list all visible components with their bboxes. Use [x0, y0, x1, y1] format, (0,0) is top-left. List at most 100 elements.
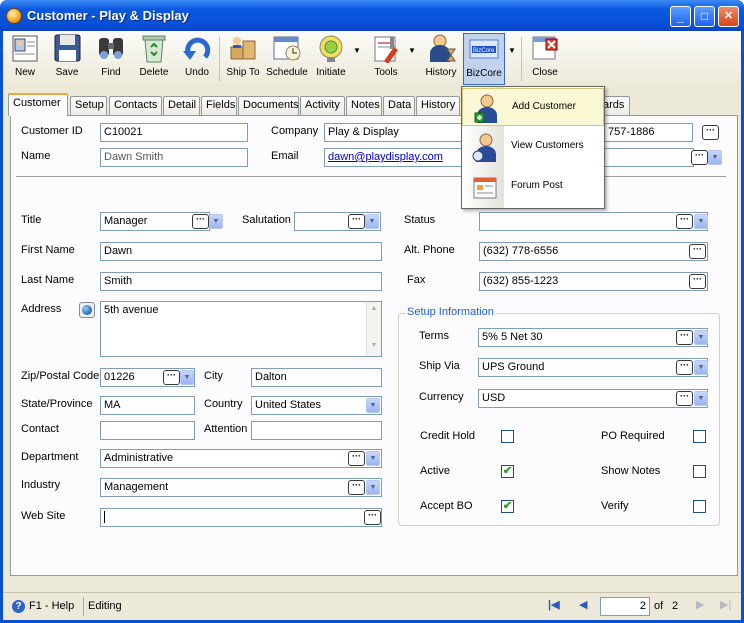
- customer-id-field[interactable]: C10021: [100, 123, 248, 142]
- tab-setup[interactable]: Setup: [70, 96, 107, 115]
- minimize-button[interactable]: _: [670, 6, 691, 27]
- status-field[interactable]: [479, 212, 708, 231]
- zip-ellipsis-button[interactable]: ···: [163, 370, 180, 385]
- industry-dropdown-button[interactable]: ▼: [366, 480, 380, 495]
- tab-contacts[interactable]: Contacts: [109, 96, 162, 115]
- company-label: Company: [271, 125, 319, 137]
- website-ellipsis-button[interactable]: ···: [364, 510, 381, 525]
- tab-detail[interactable]: Detail: [163, 96, 200, 115]
- menu-item-view-customers[interactable]: View Customers: [462, 128, 604, 166]
- currency-field[interactable]: USD: [478, 389, 708, 408]
- title-dropdown-button[interactable]: ▼: [209, 214, 223, 229]
- city-field[interactable]: Dalton: [251, 368, 382, 387]
- app-icon[interactable]: [6, 8, 22, 24]
- currency-ellipsis-button[interactable]: ···: [676, 391, 693, 406]
- history-button[interactable]: History: [421, 33, 461, 85]
- address-field[interactable]: 5th avenue: [100, 301, 382, 357]
- tools-button[interactable]: Tools: [365, 33, 407, 85]
- email-link[interactable]: dawn@playdisplay.com: [328, 151, 443, 163]
- save-button[interactable]: Save: [47, 33, 87, 85]
- find-button[interactable]: Find: [91, 33, 131, 85]
- tab-activity[interactable]: Activity: [300, 96, 345, 115]
- email-dropdown-button[interactable]: ▼: [708, 150, 722, 165]
- terms-dropdown-button[interactable]: ▼: [694, 330, 708, 345]
- schedule-button[interactable]: Schedule: [265, 33, 309, 85]
- phone-ellipsis-button[interactable]: ···: [702, 125, 719, 140]
- country-field[interactable]: United States: [251, 396, 382, 415]
- first-name-field[interactable]: Dawn: [100, 242, 382, 261]
- fax-field[interactable]: (632) 855-1223: [479, 272, 708, 291]
- close-button[interactable]: Close: [525, 33, 565, 85]
- next-page-button[interactable]: ▶: [696, 598, 708, 614]
- tab-fields[interactable]: Fields: [201, 96, 237, 115]
- verify-checkbox[interactable]: [693, 500, 706, 513]
- tools-dropdown-arrow[interactable]: ▼: [407, 33, 417, 85]
- email-ellipsis-button[interactable]: ···: [691, 150, 708, 165]
- page-number-field[interactable]: 2: [600, 597, 650, 616]
- salutation-dropdown-button[interactable]: ▼: [365, 214, 379, 229]
- title-ellipsis-button[interactable]: ···: [192, 214, 209, 229]
- alt-phone-field[interactable]: (632) 778-6556: [479, 242, 708, 261]
- menu-item-forum-post[interactable]: Forum Post: [462, 168, 604, 206]
- ship-via-field[interactable]: UPS Ground: [478, 358, 708, 377]
- status-dropdown-button[interactable]: ▼: [694, 214, 708, 229]
- calendar-clock-icon: [271, 33, 303, 63]
- close-window-button[interactable]: ✕: [718, 6, 739, 27]
- department-dropdown-button[interactable]: ▼: [366, 451, 380, 466]
- alt-phone-ellipsis-button[interactable]: ···: [689, 244, 706, 259]
- status-ellipsis-button[interactable]: ···: [676, 214, 693, 229]
- active-checkbox[interactable]: ✔: [501, 465, 514, 478]
- state-field[interactable]: MA: [100, 396, 195, 415]
- tab-history[interactable]: History: [416, 96, 460, 115]
- maximize-button[interactable]: □: [694, 6, 715, 27]
- bizcore-button[interactable]: BizCore BizCore: [463, 33, 505, 85]
- initiate-button[interactable]: Initiate: [311, 33, 351, 85]
- credit-hold-checkbox[interactable]: [501, 430, 514, 443]
- po-required-checkbox[interactable]: [693, 430, 706, 443]
- tools-icon: [370, 33, 402, 64]
- menu-item-add-customer[interactable]: Add Customer: [462, 88, 604, 126]
- ship-via-ellipsis-button[interactable]: ···: [676, 360, 693, 375]
- svg-text:BizCore: BizCore: [473, 48, 495, 54]
- industry-ellipsis-button[interactable]: ···: [348, 480, 365, 495]
- terms-field[interactable]: 5% 5 Net 30: [478, 328, 708, 347]
- attention-field[interactable]: [251, 421, 382, 440]
- contact-field[interactable]: [100, 421, 195, 440]
- department-field[interactable]: Administrative: [100, 449, 382, 468]
- bizcore-dropdown-arrow[interactable]: ▼: [506, 33, 518, 85]
- show-notes-checkbox[interactable]: [693, 465, 706, 478]
- map-button[interactable]: [79, 302, 95, 318]
- currency-dropdown-button[interactable]: ▼: [694, 391, 708, 406]
- fax-ellipsis-button[interactable]: ···: [689, 274, 706, 289]
- salutation-ellipsis-button[interactable]: ···: [348, 214, 365, 229]
- zip-dropdown-button[interactable]: ▼: [180, 370, 194, 385]
- department-ellipsis-button[interactable]: ···: [348, 451, 365, 466]
- tab-data[interactable]: Data: [383, 96, 415, 115]
- contact-label: Contact: [21, 423, 59, 435]
- tab-customer[interactable]: Customer: [8, 93, 68, 116]
- previous-page-button[interactable]: ◀: [579, 598, 591, 614]
- delete-button[interactable]: Delete: [133, 33, 175, 85]
- ship-via-dropdown-button[interactable]: ▼: [694, 360, 708, 375]
- initiate-dropdown-arrow[interactable]: ▼: [352, 33, 362, 85]
- name-field[interactable]: Dawn Smith: [100, 148, 248, 167]
- title-bar[interactable]: Customer - Play & Display _ □ ✕: [0, 0, 744, 31]
- address-scrollbar[interactable]: ▲ ▼: [366, 302, 381, 356]
- tab-documents[interactable]: Documents: [238, 96, 299, 115]
- accept-bo-checkbox[interactable]: ✔: [501, 500, 514, 513]
- terms-ellipsis-button[interactable]: ···: [676, 330, 693, 345]
- ship-to-button[interactable]: Ship To: [223, 33, 263, 85]
- last-page-button[interactable]: ▶|: [720, 598, 734, 614]
- website-field[interactable]: [100, 508, 382, 527]
- help-icon[interactable]: ?: [12, 600, 25, 613]
- tab-notes[interactable]: Notes: [346, 96, 382, 115]
- new-button[interactable]: New: [5, 33, 45, 85]
- phone-field[interactable]: 757-1886: [605, 123, 693, 142]
- country-dropdown-button[interactable]: ▼: [366, 398, 380, 413]
- last-name-label: Last Name: [21, 274, 75, 286]
- undo-button[interactable]: Undo: [177, 33, 217, 85]
- first-page-button[interactable]: |◀: [548, 598, 562, 614]
- last-name-field[interactable]: Smith: [100, 272, 382, 291]
- industry-field[interactable]: Management: [100, 478, 382, 497]
- customer-panel: Customer ID C10021 Company Play & Displa…: [10, 115, 738, 576]
